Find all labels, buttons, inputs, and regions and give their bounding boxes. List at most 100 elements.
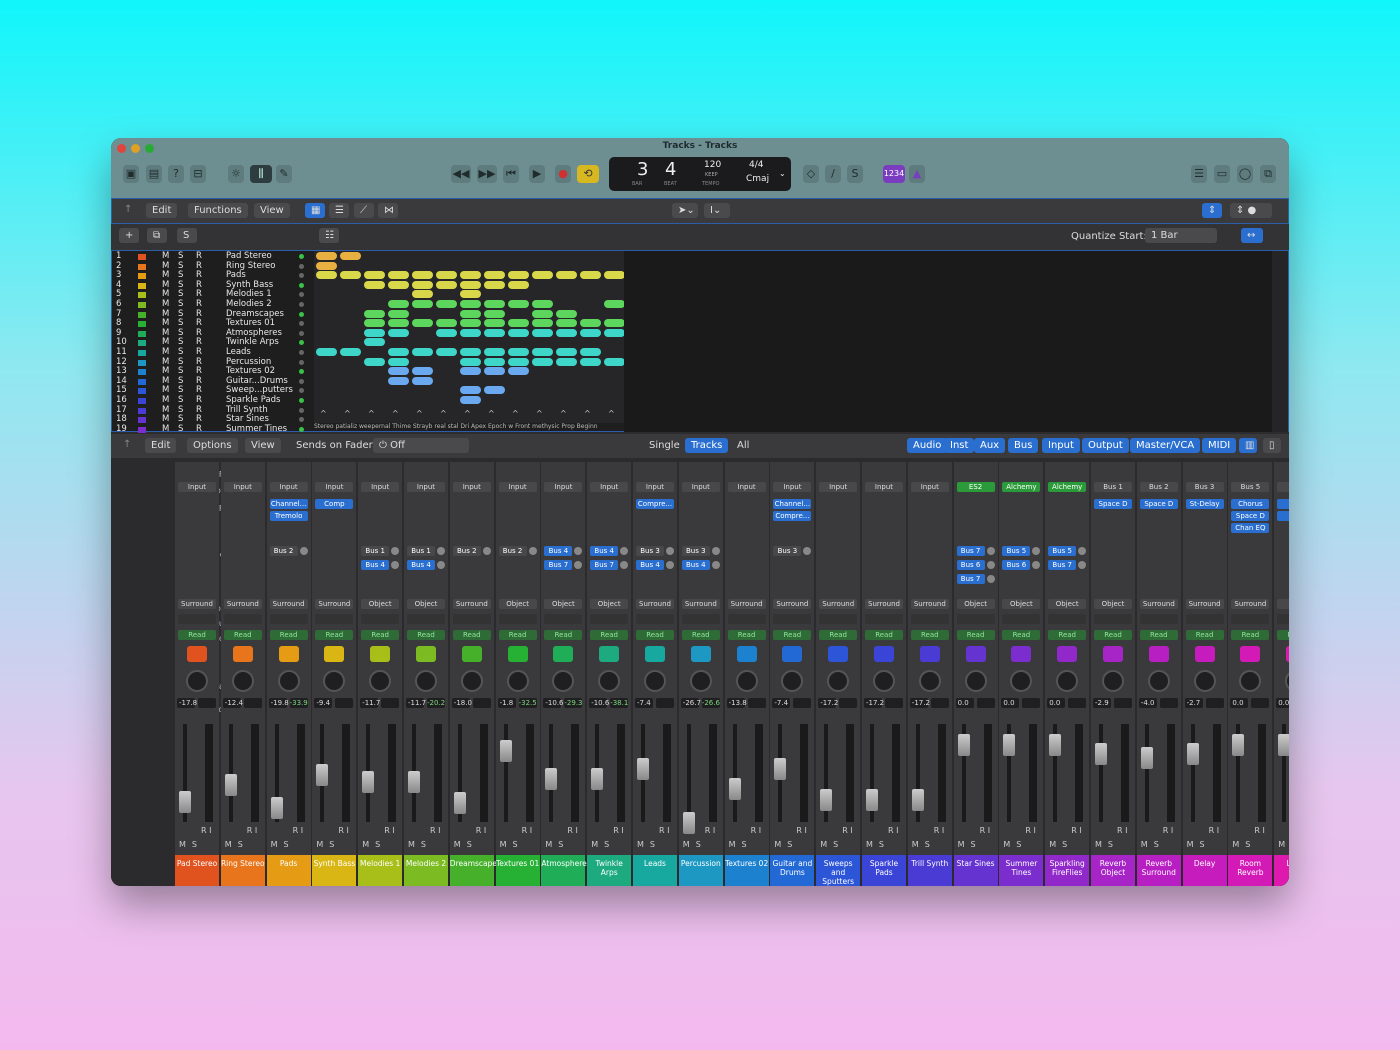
send-slot[interactable]: Bus 4 [407, 560, 435, 570]
loop-cell[interactable] [364, 328, 385, 337]
volume-fader[interactable] [866, 789, 878, 812]
pan-knob[interactable] [186, 670, 208, 692]
loop-cell[interactable] [388, 357, 409, 366]
functions-menu[interactable]: Functions [188, 203, 248, 218]
send-knob[interactable] [666, 547, 674, 555]
send-knob[interactable] [1032, 547, 1041, 555]
filter-midi-button[interactable]: MIDI [1202, 438, 1237, 453]
output-slot[interactable]: Object [361, 599, 400, 609]
pan-knob[interactable] [369, 670, 392, 692]
group-slot[interactable] [1277, 614, 1289, 624]
loop-cell[interactable] [340, 271, 361, 280]
loop-cell[interactable] [316, 252, 337, 260]
browser-icon[interactable]: ⧉ [1260, 165, 1276, 183]
group-slot[interactable] [1048, 614, 1087, 624]
input-slot[interactable]: Input [910, 482, 949, 492]
volume-readout[interactable]: -11.7 [406, 698, 426, 708]
input-slot[interactable]: Input [590, 482, 629, 492]
loop-cell[interactable] [436, 319, 457, 328]
channel-name[interactable]: Reverb Object [1091, 855, 1135, 886]
volume-fader[interactable] [270, 797, 283, 820]
automation-mode[interactable]: Read [590, 630, 629, 640]
automation-mode[interactable]: Read [544, 630, 583, 640]
send-knob[interactable] [711, 547, 720, 555]
volume-readout[interactable]: -7.4 [635, 698, 653, 708]
volume-readout[interactable]: -17.2 [909, 698, 930, 708]
automation-mode[interactable]: Read [727, 630, 766, 640]
group-slot[interactable] [681, 614, 720, 624]
group-slot[interactable] [727, 614, 766, 624]
volume-readout[interactable]: -12.4 [222, 698, 243, 708]
output-slot[interactable]: Surround [865, 599, 903, 609]
volume-readout[interactable]: -26.7 [680, 698, 701, 708]
record-button[interactable]: R [196, 424, 202, 435]
record-input-buttons[interactable]: R I [888, 826, 898, 835]
mute-solo-buttons[interactable]: MS [958, 840, 982, 849]
track-header[interactable]: 1 M S R Pad Stereo [112, 251, 314, 262]
volume-fader[interactable] [774, 757, 787, 780]
input-slot[interactable]: Alchemy [1048, 482, 1087, 492]
loop-cell[interactable] [532, 271, 553, 280]
send-slot[interactable]: Bus 4 [361, 560, 390, 570]
loop-cell[interactable] [412, 271, 433, 280]
output-slot[interactable]: Object [1048, 599, 1087, 609]
mixer-options-menu[interactable]: Options [187, 438, 238, 453]
send-slot[interactable]: Bus 3 [636, 546, 664, 556]
volume-fader[interactable] [362, 771, 375, 794]
output-slot[interactable]: Surround [773, 599, 812, 609]
pan-knob[interactable] [918, 670, 941, 692]
mute-solo-buttons[interactable]: MS [683, 840, 707, 849]
send-slot[interactable]: Bus 5 [1002, 546, 1031, 556]
filter-audio-button[interactable]: Audio [907, 438, 948, 453]
channel-name[interactable]: Pad Stereo [175, 855, 219, 886]
volume-readout[interactable]: -2.9 [1093, 698, 1111, 708]
channel-name[interactable]: Twinkle Arps [587, 855, 632, 886]
channel-name[interactable]: Sparkling FireFlies [1045, 855, 1090, 886]
input-slot[interactable]: Input [819, 482, 858, 492]
input-slot[interactable]: Input [452, 482, 491, 492]
pan-knob[interactable] [1193, 670, 1216, 692]
pan-knob[interactable] [689, 670, 712, 692]
channel-name[interactable]: Melodies 1 [358, 855, 403, 886]
input-slot[interactable]: Input [865, 482, 903, 492]
channel-name[interactable]: Dreamscapes [449, 855, 501, 886]
pan-knob[interactable] [964, 670, 987, 692]
loop-cell[interactable] [340, 252, 361, 260]
output-slot[interactable]: Object [407, 599, 445, 609]
group-slot[interactable] [315, 614, 354, 624]
send-slot[interactable]: Bus 7 [1048, 560, 1077, 570]
loop-cell[interactable] [388, 328, 409, 337]
loop-cell[interactable] [388, 348, 409, 356]
pan-knob[interactable] [552, 670, 575, 692]
pan-knob[interactable] [323, 670, 346, 692]
replace-icon[interactable]: / [825, 165, 841, 183]
loop-cell[interactable] [388, 309, 409, 318]
record-input-buttons[interactable]: R I [201, 826, 211, 835]
mute-solo-buttons[interactable]: MS [774, 840, 798, 849]
record-input-buttons[interactable]: R I [384, 826, 394, 835]
audio-fx-slot[interactable]: Ch [1277, 511, 1289, 521]
scene-trigger-icon[interactable]: ^ [416, 409, 423, 418]
quantize-select[interactable]: 1 Bar [1145, 228, 1217, 243]
volume-fader[interactable] [179, 790, 191, 813]
grid-view-icon[interactable]: ▦ [305, 203, 325, 218]
mute-solo-buttons[interactable]: MS [1049, 840, 1073, 849]
send-slot[interactable]: Bus 2 [498, 546, 527, 556]
mute-solo-buttons[interactable]: MS [1095, 840, 1119, 849]
mute-solo-buttons[interactable]: MS [500, 840, 524, 849]
record-input-buttons[interactable]: R I [1163, 826, 1173, 835]
loop-cell[interactable] [460, 328, 481, 337]
filter-input-button[interactable]: Input [1042, 438, 1080, 453]
loop-cell[interactable] [340, 348, 361, 356]
mute-solo-buttons[interactable]: MS [225, 840, 249, 849]
mute-solo-buttons[interactable]: MS [1232, 840, 1256, 849]
track-header[interactable]: 11 M S R Leads [112, 347, 314, 358]
scene-trigger-icon[interactable]: ^ [584, 409, 591, 418]
loop-cell[interactable] [556, 271, 577, 280]
loop-cell[interactable] [364, 319, 385, 328]
volume-readout[interactable]: -17.8 [177, 698, 197, 708]
loop-cell[interactable] [460, 386, 481, 395]
loop-cell[interactable] [460, 290, 481, 299]
track-header[interactable]: 17 M S R Trill Synth [112, 405, 314, 416]
scene-icon[interactable]: ☷ [319, 228, 339, 243]
